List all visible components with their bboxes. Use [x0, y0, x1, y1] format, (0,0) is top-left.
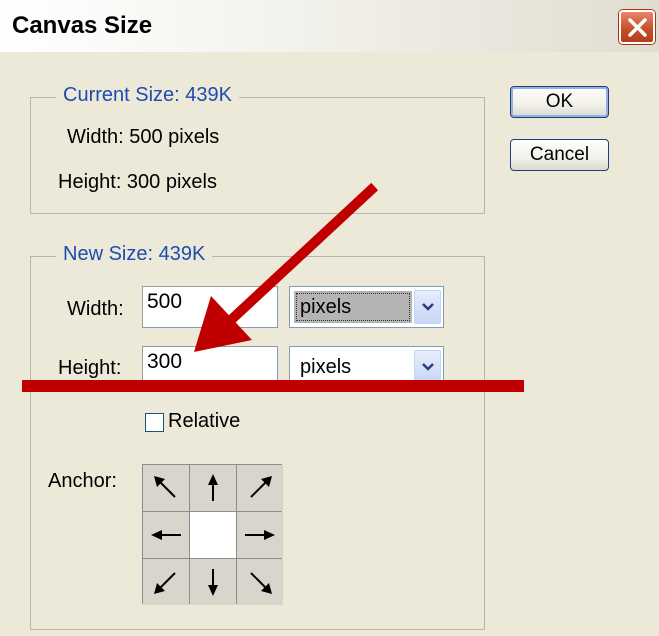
- current-size-group: [30, 97, 485, 214]
- height-unit-dropdown-button[interactable]: [414, 350, 441, 384]
- relative-checkbox[interactable]: [145, 413, 164, 432]
- arrow-up-right-icon: [250, 476, 272, 498]
- width-input[interactable]: 500: [142, 286, 278, 328]
- close-button[interactable]: [619, 10, 655, 44]
- arrow-right-icon: [245, 530, 275, 540]
- anchor-bottom-right[interactable]: [237, 559, 283, 605]
- arrow-up-icon: [208, 474, 218, 501]
- height-unit-value: pixels: [300, 356, 352, 378]
- ok-button[interactable]: OK: [510, 86, 609, 118]
- anchor-top-left[interactable]: [143, 465, 189, 511]
- width-label: Width:: [67, 298, 124, 320]
- new-size-legend: New Size: 439K: [56, 243, 213, 266]
- anchor-top-right[interactable]: [237, 465, 283, 511]
- canvas-size-dialog: Canvas Size Current Size: 439K Width: 50…: [0, 0, 659, 636]
- anchor-label: Anchor:: [48, 470, 117, 492]
- current-height-text: Height: 300 pixels: [58, 171, 217, 193]
- anchor-middle-right[interactable]: [237, 512, 283, 558]
- anchor-top-center[interactable]: [190, 465, 236, 511]
- arrow-left-icon: [151, 530, 181, 540]
- anchor-bottom-center[interactable]: [190, 559, 236, 605]
- width-unit-dropdown-button[interactable]: [414, 290, 441, 324]
- current-size-legend: Current Size: 439K: [56, 84, 239, 107]
- dialog-title: Canvas Size: [12, 12, 153, 39]
- chevron-down-icon: [422, 363, 434, 371]
- height-input[interactable]: 300: [142, 346, 278, 388]
- relative-label[interactable]: Relative: [168, 410, 240, 433]
- anchor-center[interactable]: [190, 512, 236, 558]
- title-bar[interactable]: Canvas Size: [0, 0, 659, 52]
- anchor-grid: [142, 464, 283, 605]
- close-x-icon: [628, 18, 647, 37]
- current-width-text: Width: 500 pixels: [67, 126, 220, 148]
- width-unit-select[interactable]: pixels: [289, 286, 444, 328]
- width-unit-value: pixels: [294, 291, 412, 323]
- arrow-down-right-icon: [250, 572, 272, 594]
- height-unit-select[interactable]: pixels: [289, 346, 444, 388]
- arrow-down-left-icon: [154, 572, 176, 594]
- height-label: Height:: [58, 357, 122, 379]
- anchor-middle-left[interactable]: [143, 512, 189, 558]
- anchor-bottom-left[interactable]: [143, 559, 189, 605]
- arrow-down-icon: [208, 569, 218, 596]
- arrow-up-left-icon: [154, 476, 176, 498]
- chevron-down-icon: [422, 303, 434, 311]
- cancel-button[interactable]: Cancel: [510, 139, 609, 171]
